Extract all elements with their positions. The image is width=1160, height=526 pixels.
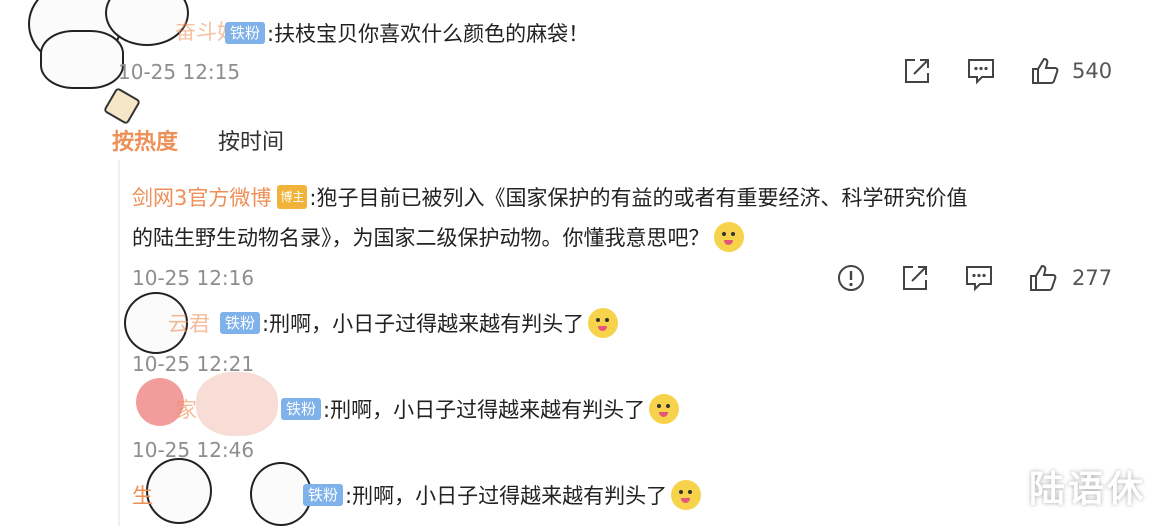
comment-icon[interactable] (966, 56, 996, 86)
tab-sort-hot[interactable]: 按热度 (112, 124, 178, 156)
doge-emoji-icon (671, 480, 702, 510)
like-icon[interactable] (1030, 56, 1060, 86)
sub-reply-1: 云君 铁粉 :刑啊，小日子过得越来越有判头了 (168, 308, 619, 338)
doge-emoji-icon (713, 222, 744, 252)
main-reply-username[interactable]: 剑网3官方微博 (132, 182, 271, 212)
sub-reply-username[interactable]: 云君 (168, 308, 210, 338)
doge-emoji-icon (649, 394, 680, 424)
main-reply-text-1: :狍子目前已被列入《国家保护的有益的或者有重要经济、科学研究价值 (309, 186, 968, 210)
blogger-badge: 博主 (277, 185, 308, 209)
like-count: 540 (1072, 59, 1113, 83)
sub-reply-username[interactable]: 家 (176, 394, 197, 424)
main-reply-actions: 277 (836, 263, 1112, 293)
comment-icon[interactable] (964, 263, 994, 293)
fan-badge: 铁粉 (225, 22, 266, 44)
sub-reply-text: :刑啊，小日子过得越来越有判头了 (262, 312, 585, 336)
fan-badge: 铁粉 (281, 398, 322, 420)
tab-sort-time[interactable]: 按时间 (218, 124, 284, 156)
top-comment-body: 铁粉 :扶枝宝贝你喜欢什么颜色的麻袋！ (225, 18, 589, 48)
main-reply-line1: 剑网3官方微博 博主 :狍子目前已被列入《国家保护的有益的或者有重要经济、科学研… (132, 182, 967, 212)
sub-reply-username[interactable]: 生 (132, 480, 153, 510)
share-icon[interactable] (900, 263, 930, 293)
watermark: 陆语休 (1028, 469, 1146, 510)
doge-emoji-icon (588, 308, 619, 338)
sub-reply-text: :刑啊，小日子过得越来越有判头了 (345, 484, 668, 508)
duck-sticker-3 (40, 30, 124, 89)
share-icon[interactable] (902, 56, 932, 86)
sub-reply-2: 家 铁粉 :刑啊，小日子过得越来越有判头了 (176, 394, 680, 424)
thread-divider (118, 160, 120, 526)
sort-tabs: 按热度 按时间 (112, 124, 284, 156)
fan-badge: 铁粉 (220, 312, 261, 334)
main-reply-line2: 的陆生野生动物名录》，为国家二级保护动物。你懂我意思吧？ (132, 222, 744, 252)
top-comment-text: :扶枝宝贝你喜欢什么颜色的麻袋！ (267, 22, 590, 46)
report-icon[interactable] (836, 263, 866, 293)
like-count: 277 (1072, 266, 1113, 290)
main-reply-text-2: 的陆生野生动物名录》，为国家二级保护动物。你懂我意思吧？ (132, 226, 710, 250)
sub-reply-text: :刑啊，小日子过得越来越有判头了 (323, 398, 646, 422)
like-icon[interactable] (1028, 263, 1058, 293)
top-comment-actions: 540 (902, 56, 1112, 86)
wrap-sticker (102, 86, 142, 126)
top-comment-time: 10-25 12:15 (118, 60, 241, 84)
fan-badge: 铁粉 (303, 484, 344, 506)
sub-reply-3: 生 铁粉 :刑啊，小日子过得越来越有判头了 (132, 480, 702, 510)
sub-reply-time: 10-25 12:46 (132, 438, 255, 462)
main-reply-time: 10-25 12:16 (132, 266, 255, 290)
